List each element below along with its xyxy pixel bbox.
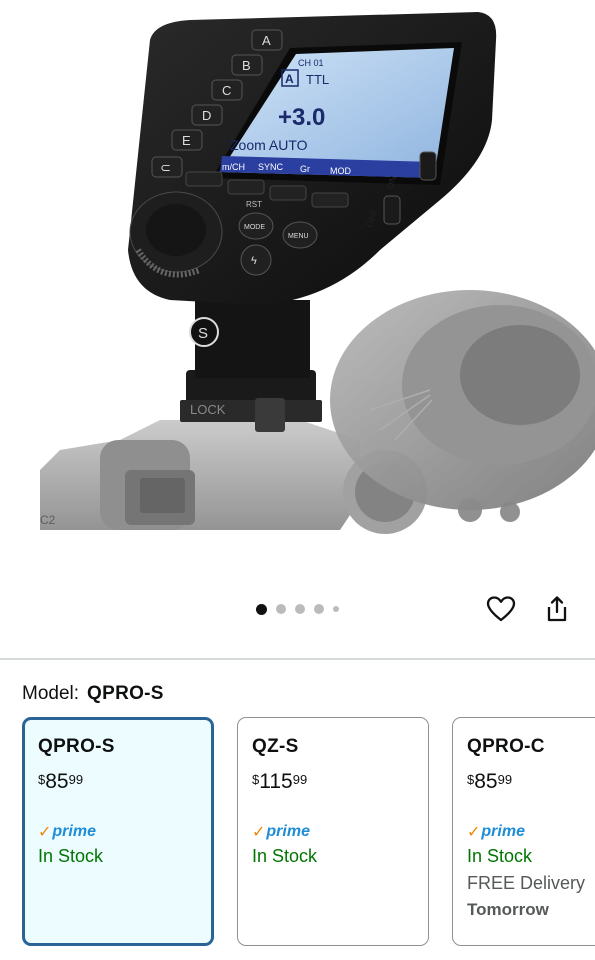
stock-status: In Stock [252,846,318,866]
model-option-qz-s[interactable]: QZ-S $115 99 ✓ prime In Stock [237,717,429,946]
lock-label: LOCK [190,402,226,417]
model-option-qpro-c[interactable]: QPRO-C $85 99 ✓ prime In Stock FREE Delive… [452,717,595,946]
price-currency: $ [467,772,475,787]
prime-badge: ✓ prime [467,822,595,842]
price-fraction: 99 [292,772,308,787]
prime-check-icon: ✓ [38,824,52,841]
option-price: $85 99 [467,770,595,794]
lcd-channel: CH 01 [298,58,324,68]
page-dot-active[interactable] [256,603,267,615]
flash-trigger-illustration: C2 LOCK A B C D E ⊂ CH 01 A TTL +3.0 Zoo… [40,12,595,534]
stock-status: In Stock [38,846,104,866]
heart-icon [486,596,516,622]
hotshoe-badge: S [189,317,219,347]
favorite-button[interactable] [486,594,516,624]
option-price: $115 99 [252,770,414,794]
model-option-qpro-s[interactable]: QPRO-S $85 99 ✓ prime In Stock [22,717,214,946]
share-button[interactable] [542,594,572,624]
option-name: QZ-S [252,736,299,757]
test-fire-icon: ϟ [251,255,257,267]
model-options: QPRO-S $85 99 ✓ prime In Stock QZ-S $115 99… [22,717,595,960]
side-button-a: A [262,33,271,48]
page-dot[interactable] [314,604,324,614]
page-dot[interactable] [333,606,339,612]
price-currency: $ [252,772,260,787]
side-button-d: D [202,108,211,123]
lcd-mode-text: TTL [306,72,329,87]
price-fraction: 99 [68,772,84,787]
mode-button-label: MODE [244,224,265,231]
prime-label: prime [266,823,310,840]
product-image[interactable]: C2 LOCK A B C D E ⊂ CH 01 A TTL +3.0 Zoo… [0,0,595,560]
svg-text:C2: C2 [40,513,56,527]
menu-button-label: MENU [288,233,309,240]
lcd-softkey-4: MOD [330,166,351,176]
delivery-text: FREE Delivery [467,873,586,893]
model-label: Model: [22,683,80,704]
delivery-day: Tomorrow [467,900,549,919]
option-price: $85 99 [38,770,198,794]
page-dot[interactable] [295,604,305,614]
price-currency: $ [38,772,46,787]
prime-badge: ✓ prime [252,822,414,842]
price-whole: 85 [474,770,498,793]
share-icon [547,596,567,622]
model-selector-header: Model: QPRO-S [22,683,164,705]
option-name: QPRO-S [38,736,115,757]
price-whole: 115 [259,770,293,793]
side-button-back: ⊂ [160,160,171,175]
prime-badge: ✓ prime [38,822,198,842]
lcd-mode-letter: A [285,72,294,86]
model-selected-value: QPRO-S [87,683,164,704]
prime-check-icon: ✓ [252,824,266,841]
prime-check-icon: ✓ [467,824,481,841]
side-button-b: B [242,58,251,73]
price-whole: 85 [45,770,69,793]
prime-label: prime [52,823,96,840]
stock-status: In Stock [467,846,533,866]
rst-label: RST [246,200,262,209]
page-dot[interactable] [276,604,286,614]
lcd-softkey-3: Gr [300,164,310,174]
option-name: QPRO-C [467,736,545,757]
prime-label: prime [481,823,525,840]
lcd-zoom-text: Zoom AUTO [230,137,308,153]
section-divider [0,658,595,660]
lcd-softkey-2: SYNC [258,162,284,172]
side-button-c: C [222,83,231,98]
lcd-softkey-1: m/CH [222,162,245,172]
badge-letter: S [198,325,208,342]
price-fraction: 99 [497,772,513,787]
side-button-e: E [182,133,191,148]
lcd-power-value: +3.0 [278,104,325,131]
